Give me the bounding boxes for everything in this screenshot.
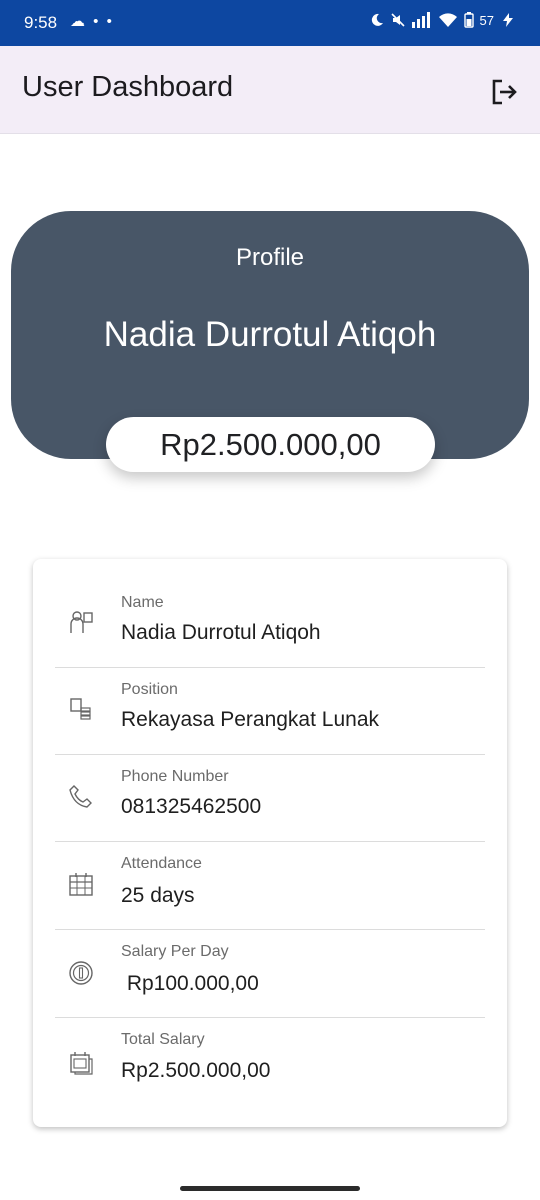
status-bar: 9:58 ☁ • • 57 — [0, 0, 540, 46]
status-right-icons: 57 — [370, 12, 516, 28]
profile-name: Nadia Durrotul Atiqoh — [103, 315, 437, 354]
detail-value: Nadia Durrotul Atiqoh — [121, 621, 321, 644]
moon-icon — [371, 13, 383, 26]
profile-heading: Profile — [235, 244, 305, 271]
payments-icon — [68, 1050, 94, 1076]
logout-button[interactable] — [484, 72, 524, 112]
detail-label: Total Salary — [121, 1031, 205, 1048]
home-indicator[interactable] — [180, 1186, 360, 1191]
person-icon — [68, 609, 94, 635]
detail-label: Phone Number — [121, 768, 229, 785]
balance-value: Rp2.500.000,00 — [160, 426, 381, 462]
coin-icon — [68, 960, 94, 986]
detail-row-attendance: Attendance 25 days — [55, 842, 485, 930]
phone-icon — [68, 783, 94, 809]
detail-label: Attendance — [121, 855, 202, 872]
detail-row-salary-per-day: Salary Per Day Rp100.000,00 — [55, 930, 485, 1018]
details-card: Name Nadia Durrotul Atiqoh Position Reka… — [33, 559, 507, 1127]
detail-row-position: Position Rekayasa Perangkat Lunak — [55, 668, 485, 755]
status-notification-icons: ☁ • • — [70, 13, 114, 30]
position-icon — [68, 696, 94, 722]
detail-row-phone: Phone Number 081325462500 — [55, 755, 485, 842]
battery-level: 57 — [479, 12, 494, 28]
logout-icon — [492, 79, 517, 105]
balance-badge: Rp2.500.000,00 — [106, 417, 435, 472]
detail-value: Rp100.000,00 — [121, 972, 259, 995]
app-bar: User Dashboard — [0, 46, 540, 134]
status-time: 9:58 — [24, 13, 58, 32]
wifi-icon — [438, 13, 457, 27]
detail-value: 25 days — [121, 884, 195, 907]
detail-label: Name — [121, 594, 164, 611]
mute-icon — [390, 13, 405, 27]
detail-row-name: Name Nadia Durrotul Atiqoh — [55, 581, 485, 668]
detail-value: Rekayasa Perangkat Lunak — [121, 708, 379, 731]
detail-value: 081325462500 — [121, 795, 262, 818]
calendar-icon — [68, 872, 94, 898]
signal-icon — [411, 12, 430, 28]
detail-row-total-salary: Total Salary Rp2.500.000,00 — [55, 1018, 485, 1105]
detail-label: Position — [121, 681, 178, 698]
battery-icon — [463, 12, 474, 28]
detail-label: Salary Per Day — [121, 943, 229, 960]
charging-icon — [503, 13, 513, 27]
page-title: User Dashboard — [22, 71, 234, 103]
detail-value: Rp2.500.000,00 — [121, 1059, 271, 1082]
